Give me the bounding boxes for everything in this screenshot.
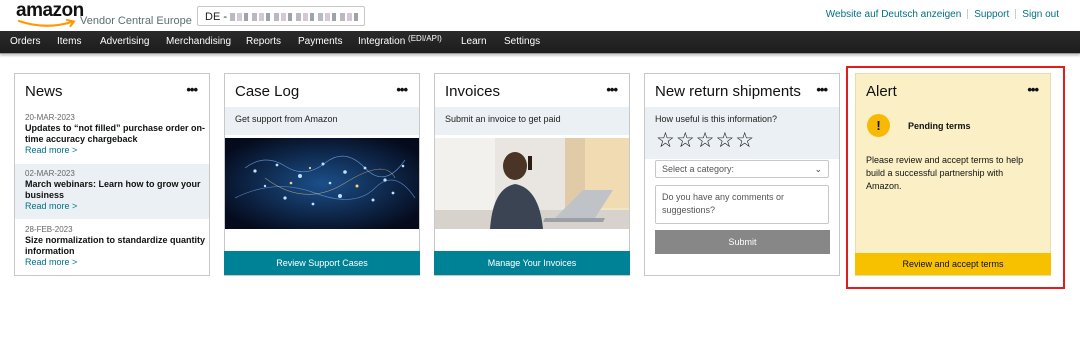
nav-settings[interactable]: Settings	[504, 31, 540, 53]
person-laptop-image	[435, 138, 629, 229]
invoices-card: Invoices ••• Submit an invoice to get pa…	[434, 73, 630, 276]
category-select[interactable]: Select a category: ⌄	[655, 160, 829, 178]
world-network-image	[225, 138, 419, 229]
more-options-icon[interactable]: •••	[396, 83, 408, 96]
news-item: 02-MAR-2023 March webinars: Learn how to…	[15, 164, 209, 219]
news-date: 28-FEB-2023	[25, 225, 73, 234]
nav-merchandising[interactable]: Merchandising	[166, 31, 231, 53]
manage-invoices-button[interactable]: Manage Your Invoices	[434, 251, 630, 275]
highlight-box	[846, 66, 1065, 289]
account-switcher[interactable]: DE -	[197, 6, 365, 26]
news-item: 28-FEB-2023 Size normalization to standa…	[15, 225, 219, 275]
news-headline[interactable]: March webinars: Learn how to grow your b…	[25, 179, 209, 201]
nav-orders[interactable]: Orders	[10, 31, 41, 53]
submit-button[interactable]: Submit	[655, 230, 830, 254]
feedback-question: How useful is this information?	[655, 114, 778, 124]
return-shipments-card: New return shipments ••• How useful is t…	[644, 73, 840, 276]
category-select-value: Select a category:	[662, 164, 735, 174]
review-support-cases-button[interactable]: Review Support Cases	[224, 251, 420, 275]
case-log-title: Case Log	[235, 83, 300, 100]
top-links: Website auf Deutsch anzeigen Support Sign …	[826, 9, 1059, 20]
main-nav: Orders Items Advertising Merchandising R…	[0, 31, 1080, 54]
nav-integration-sup: (EDI/API)	[408, 34, 442, 43]
invoices-title: Invoices	[445, 83, 501, 100]
case-log-subtitle: Get support from Amazon	[225, 107, 419, 135]
logo-wordmark: amazon	[16, 0, 84, 21]
logo-subtitle: Vendor Central Europe	[80, 15, 192, 27]
link-german-site[interactable]: Website auf Deutsch anzeigen	[826, 9, 961, 20]
news-date: 02-MAR-2023	[25, 169, 75, 178]
nav-reports[interactable]: Reports	[246, 31, 281, 53]
divider	[1015, 9, 1017, 20]
read-more-link[interactable]: Read more >	[25, 145, 219, 155]
nav-items[interactable]: Items	[57, 31, 81, 53]
news-date: 20-MAR-2023	[25, 113, 75, 122]
chevron-down-icon: ⌄	[814, 164, 822, 174]
account-id-redacted	[230, 13, 361, 22]
nav-payments[interactable]: Payments	[298, 31, 342, 53]
news-title: News	[25, 83, 63, 100]
read-more-link[interactable]: Read more >	[25, 201, 209, 211]
comments-field[interactable]: Do you have any comments or suggestions?	[655, 185, 829, 224]
invoices-subtitle: Submit an invoice to get paid	[435, 107, 629, 135]
more-options-icon[interactable]: •••	[816, 83, 828, 96]
case-log-card: Case Log ••• Get support from Amazon Rev…	[224, 73, 420, 276]
amazon-smile-icon	[17, 19, 76, 27]
top-header: amazon Vendor Central Europe DE - Websit…	[0, 0, 1080, 31]
divider	[967, 9, 969, 20]
nav-integration[interactable]: Integration (EDI/API)	[358, 31, 442, 53]
news-item: 20-MAR-2023 Updates to “not filled” purc…	[15, 113, 219, 163]
star-rating[interactable]: ☆☆☆☆☆	[656, 128, 755, 153]
nav-learn[interactable]: Learn	[461, 31, 487, 53]
news-headline[interactable]: Updates to “not filled” purchase order o…	[25, 123, 219, 145]
nav-integration-label: Integration	[358, 36, 406, 47]
link-sign-out[interactable]: Sign out	[1022, 9, 1059, 20]
return-shipments-title: New return shipments	[655, 83, 801, 100]
more-options-icon[interactable]: •••	[186, 83, 198, 96]
amazon-vendor-central-logo[interactable]: amazon Vendor Central Europe	[16, 0, 192, 27]
nav-advertising[interactable]: Advertising	[100, 31, 149, 53]
news-headline[interactable]: Size normalization to standardize quanti…	[25, 235, 219, 257]
link-support[interactable]: Support	[974, 9, 1009, 20]
read-more-link[interactable]: Read more >	[25, 257, 219, 267]
account-prefix: DE -	[205, 11, 227, 23]
more-options-icon[interactable]: •••	[606, 83, 618, 96]
news-card: News ••• 20-MAR-2023 Updates to “not fil…	[14, 73, 210, 276]
